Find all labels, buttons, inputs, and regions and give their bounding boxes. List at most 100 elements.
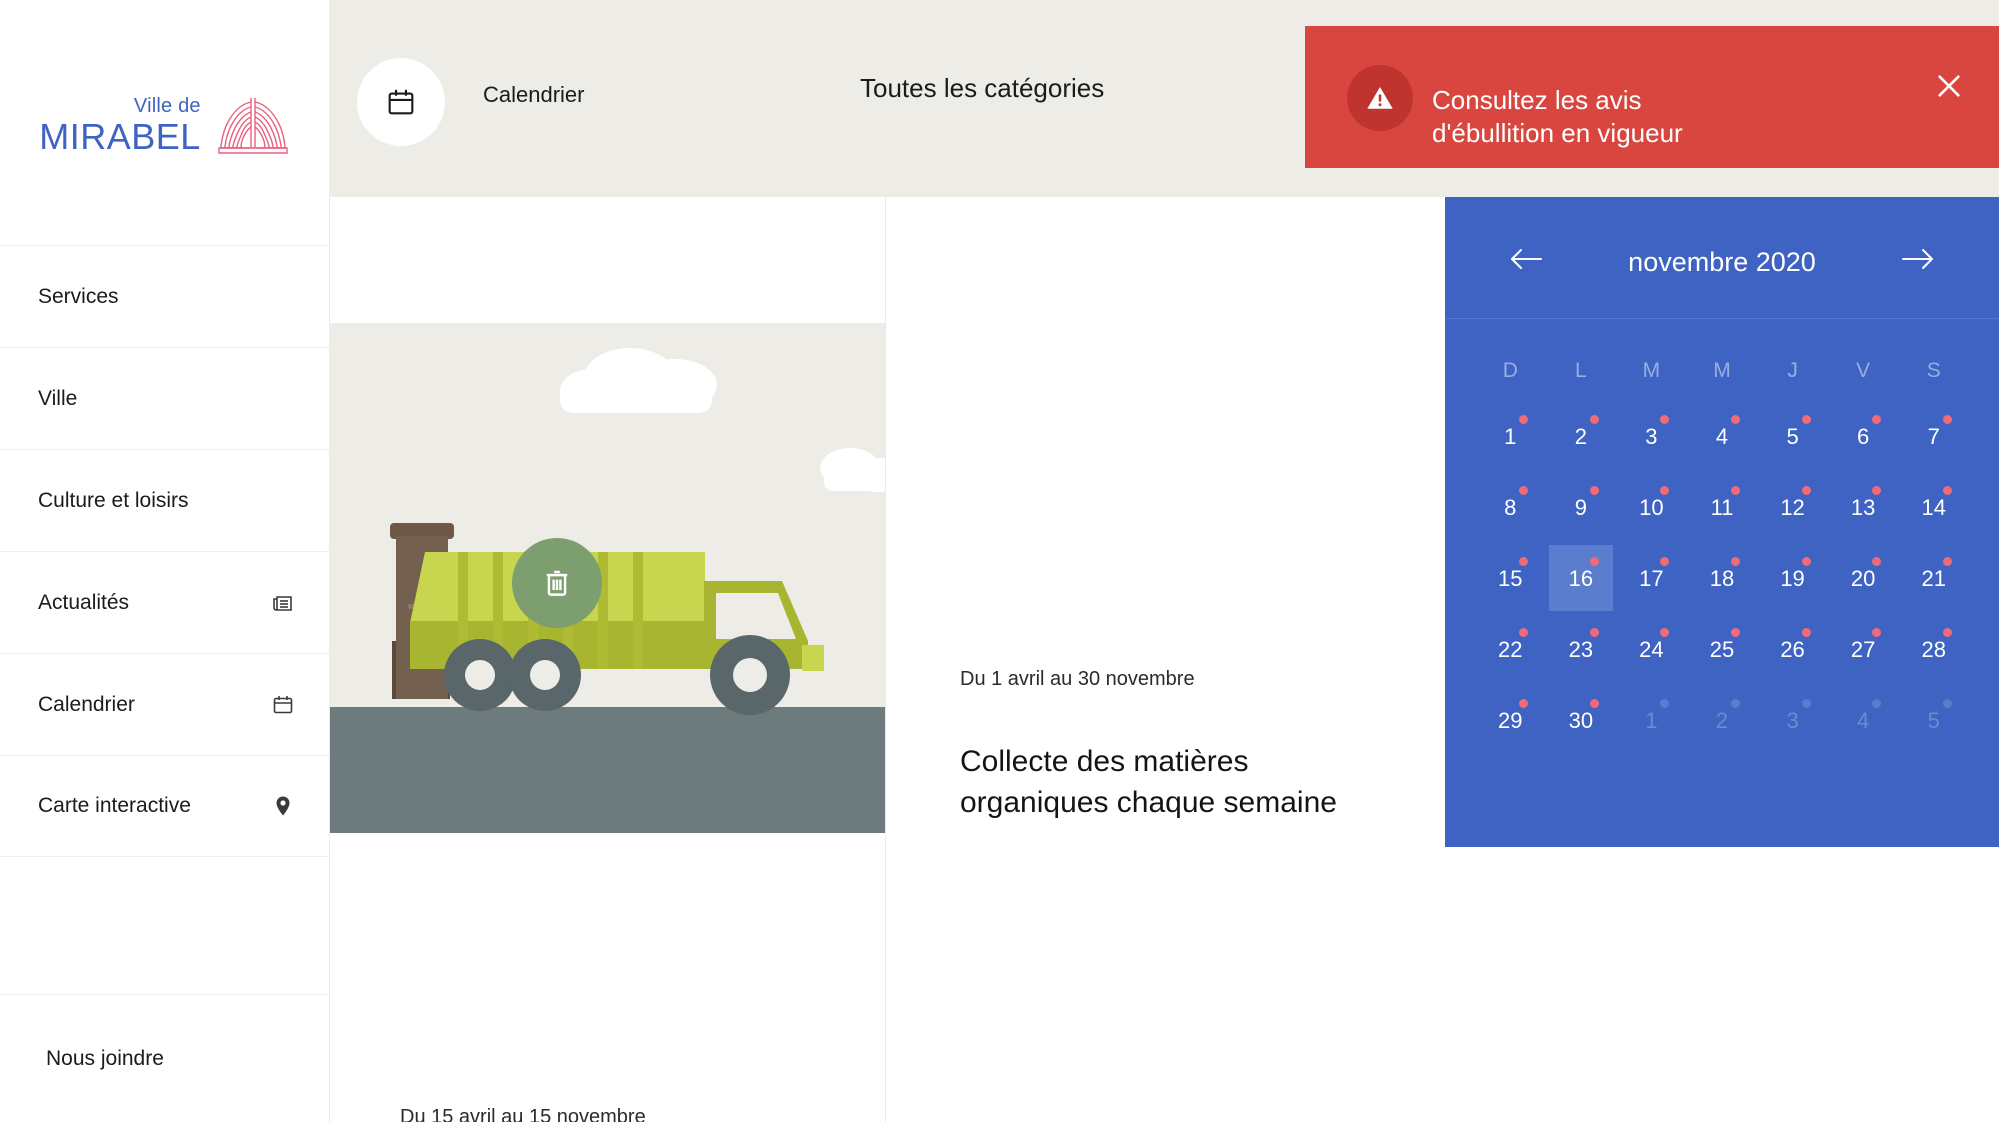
calendar-weekday: M bbox=[1713, 359, 1731, 382]
alert-message: Consultez les avis d'ébullition en vigue… bbox=[1432, 85, 1683, 149]
calendar-event-dot bbox=[1942, 699, 1952, 708]
calendar-weekday-row: DLMMJVS bbox=[1445, 319, 1999, 383]
calendar-day[interactable]: 6 bbox=[1828, 401, 1899, 472]
calendar-day-number: 7 bbox=[1927, 423, 1940, 449]
calendar-event-dot bbox=[1589, 699, 1599, 708]
calendar-day[interactable]: 16 bbox=[1546, 543, 1617, 614]
calendar-event-dot bbox=[1589, 415, 1599, 424]
calendar-event-dot bbox=[1730, 415, 1740, 424]
calendar-event-dot bbox=[1660, 557, 1670, 566]
map-pin-icon bbox=[270, 793, 296, 819]
calendar-day[interactable]: 9 bbox=[1546, 472, 1617, 543]
sidebar-item-nous-joindre[interactable]: Nous joindre bbox=[0, 994, 330, 1122]
calendar-day-number: 4 bbox=[1857, 707, 1870, 733]
calendar-event-dot bbox=[1660, 628, 1670, 637]
site-logo[interactable]: Ville de MIRABEL bbox=[0, 85, 330, 165]
calendar-day-number: 20 bbox=[1850, 565, 1876, 591]
calendar-day[interactable]: 18 bbox=[1687, 543, 1758, 614]
calendar-day[interactable]: 3 bbox=[1616, 401, 1687, 472]
calendar-day[interactable]: 4 bbox=[1828, 685, 1899, 756]
calendar-day[interactable]: 28 bbox=[1898, 614, 1969, 685]
calendar-day[interactable]: 23 bbox=[1546, 614, 1617, 685]
newspaper-icon bbox=[270, 590, 296, 616]
calendar-day[interactable]: 30 bbox=[1546, 685, 1617, 756]
calendar-day[interactable]: 2 bbox=[1546, 401, 1617, 472]
calendar-event-dot bbox=[1872, 486, 1882, 495]
calendar-day[interactable]: 20 bbox=[1828, 543, 1899, 614]
sidebar: Ville de MIRABEL Services Ville Culture … bbox=[0, 0, 330, 1122]
calendar-day[interactable]: 1 bbox=[1475, 401, 1546, 472]
calendar-day[interactable]: 21 bbox=[1898, 543, 1969, 614]
garbage-truck-illustration bbox=[330, 323, 886, 833]
calendar-event-dot bbox=[1872, 628, 1882, 637]
calendar-day-number: 22 bbox=[1498, 636, 1523, 662]
calendar-day[interactable]: 26 bbox=[1757, 614, 1828, 685]
calendar-day[interactable]: 2 bbox=[1687, 685, 1758, 756]
calendar-day-number: 19 bbox=[1780, 565, 1805, 591]
sidebar-item-culture-et-loisirs[interactable]: Culture et loisirs bbox=[0, 449, 330, 551]
calendar-day[interactable]: 27 bbox=[1828, 614, 1899, 685]
calendar-event-dot bbox=[1730, 486, 1740, 495]
calendar-day[interactable]: 5 bbox=[1757, 401, 1828, 472]
calendar-day-number: 29 bbox=[1498, 707, 1523, 733]
calendar-event-dot bbox=[1730, 628, 1740, 637]
calendar-day[interactable]: 17 bbox=[1616, 543, 1687, 614]
calendar-day-number: 4 bbox=[1715, 423, 1729, 449]
calendar-day-number: 3 bbox=[1645, 423, 1658, 449]
calendar-day[interactable]: 8 bbox=[1475, 472, 1546, 543]
calendar-day-number: 6 bbox=[1857, 423, 1870, 449]
calendar-widget: novembre 2020 DLMMJVS 1 2 3 4 5 6 7 8 9 10 11 12 13 1… bbox=[1445, 197, 1999, 847]
calendar-day[interactable]: 12 bbox=[1757, 472, 1828, 543]
calendar-day[interactable]: 5 bbox=[1898, 685, 1969, 756]
calendar-day-number: 13 bbox=[1850, 494, 1876, 520]
calendar-day[interactable]: 10 bbox=[1616, 472, 1687, 543]
close-icon[interactable] bbox=[1935, 72, 1963, 100]
logo-line-1: Ville de bbox=[133, 94, 201, 117]
calendar-day[interactable]: 1 bbox=[1616, 685, 1687, 756]
sidebar-nav: Services Ville Culture et loisirs Actual… bbox=[0, 245, 330, 857]
calendar-day[interactable]: 19 bbox=[1757, 543, 1828, 614]
calendar-event-dot bbox=[1519, 486, 1529, 495]
calendar-day-number: 2 bbox=[1574, 423, 1587, 449]
page-root: Ville de MIRABEL Services Ville Culture … bbox=[0, 0, 1999, 1122]
calendar-day[interactable]: 24 bbox=[1616, 614, 1687, 685]
sidebar-item-calendrier[interactable]: Calendrier bbox=[0, 653, 330, 755]
sidebar-item-carte-interactive[interactable]: Carte interactive bbox=[0, 755, 330, 857]
calendar-event-dot bbox=[1942, 628, 1952, 637]
calendar-day[interactable]: 3 bbox=[1757, 685, 1828, 756]
calendar-day[interactable]: 29 bbox=[1475, 685, 1546, 756]
category-filter[interactable]: Toutes les catégories bbox=[860, 73, 1104, 104]
arrow-right-icon[interactable] bbox=[1897, 241, 1937, 277]
event-category-badge[interactable] bbox=[512, 538, 602, 628]
calendar-weekday: J bbox=[1787, 359, 1798, 382]
calendar-day[interactable]: 25 bbox=[1687, 614, 1758, 685]
sidebar-item-label: Actualités bbox=[38, 590, 130, 614]
calendar-event-dot bbox=[1801, 699, 1811, 708]
calendar-day[interactable]: 11 bbox=[1687, 472, 1758, 543]
sidebar-item-label: Ville bbox=[38, 386, 78, 410]
column-divider bbox=[885, 197, 886, 1122]
calendar-day[interactable]: 15 bbox=[1475, 543, 1546, 614]
calendar-day[interactable]: 14 bbox=[1898, 472, 1969, 543]
calendar-day[interactable]: 7 bbox=[1898, 401, 1969, 472]
calendar-event-dot bbox=[1801, 628, 1811, 637]
calendar-event-dot bbox=[1589, 557, 1599, 566]
calendar-icon-button[interactable] bbox=[357, 58, 445, 146]
calendar-event-dot bbox=[1519, 628, 1529, 637]
event-title[interactable]: Collecte des matières organiques chaque … bbox=[960, 741, 1400, 823]
calendar-day-number: 21 bbox=[1921, 565, 1946, 591]
alert-banner: Consultez les avis d'ébullition en vigue… bbox=[1305, 26, 1999, 168]
calendar-event-dot bbox=[1872, 699, 1882, 708]
sidebar-item-actualites[interactable]: Actualités bbox=[0, 551, 330, 653]
calendar-day[interactable]: 22 bbox=[1475, 614, 1546, 685]
calendar-day-number: 24 bbox=[1639, 636, 1664, 662]
calendar-day[interactable]: 13 bbox=[1828, 472, 1899, 543]
trash-bin-icon bbox=[546, 570, 568, 596]
sidebar-item-ville[interactable]: Ville bbox=[0, 347, 330, 449]
calendar-day-number: 5 bbox=[1786, 423, 1799, 449]
calendar-day-number: 23 bbox=[1568, 636, 1594, 662]
calendar-event-dot bbox=[1942, 557, 1952, 566]
calendar-day[interactable]: 4 bbox=[1687, 401, 1758, 472]
sidebar-item-services[interactable]: Services bbox=[0, 245, 330, 347]
calendar-event-dot bbox=[1872, 415, 1882, 424]
